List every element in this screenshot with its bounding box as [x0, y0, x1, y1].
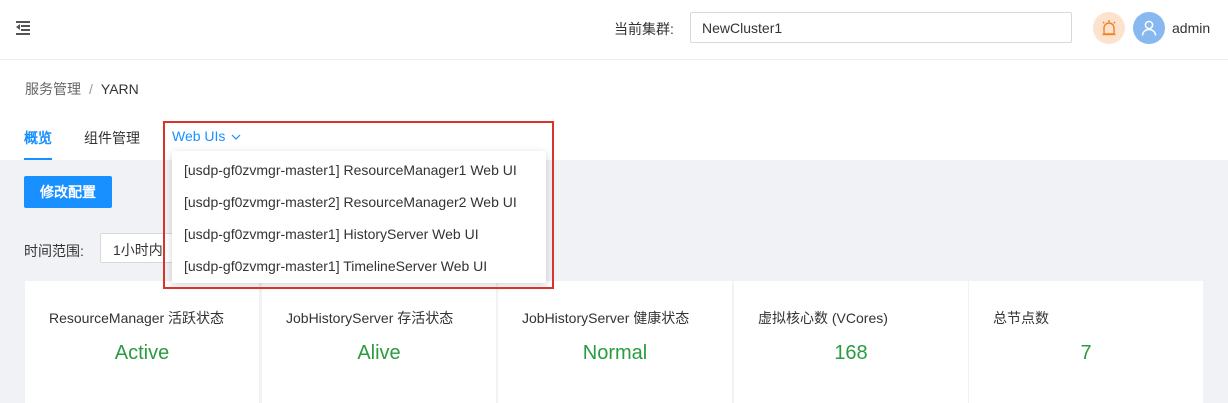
tab-overview[interactable]: 概览	[24, 128, 52, 148]
top-header: 当前集群: NewCluster1 admin	[0, 0, 1228, 60]
breadcrumb-current: YARN	[100, 81, 139, 97]
user-icon[interactable]	[1133, 12, 1165, 44]
breadcrumb-separator: /	[89, 81, 93, 97]
cluster-label: 当前集群:	[614, 21, 674, 37]
stat-card-jhs-alive: JobHistoryServer 存活状态 Alive	[262, 281, 496, 403]
web-ui-link-resourcemanager2[interactable]: [usdp-gf0zvmgr-master2] ResourceManager2…	[184, 194, 517, 210]
breadcrumb-root[interactable]: 服务管理	[25, 81, 81, 97]
stat-card-rm-status: ResourceManager 活跃状态 Active	[25, 281, 259, 403]
card-title: ResourceManager 活跃状态	[49, 310, 225, 326]
card-value: 168	[834, 342, 868, 364]
card-value: Active	[114, 342, 170, 364]
card-title: JobHistoryServer 存活状态	[286, 310, 454, 326]
alarm-bell-icon[interactable]	[1093, 12, 1125, 44]
web-ui-link-resourcemanager1[interactable]: [usdp-gf0zvmgr-master1] ResourceManager1…	[184, 162, 517, 178]
card-title: 总节点数	[993, 310, 1049, 326]
card-value: 7	[1080, 342, 1092, 364]
tab-web-uis[interactable]: Web UIs	[172, 128, 241, 144]
web-ui-link-historyserver[interactable]: [usdp-gf0zvmgr-master1] HistoryServer We…	[184, 226, 479, 242]
time-range-label: 时间范围:	[24, 243, 84, 259]
stat-card-vcores: 虚拟核心数 (VCores) 168	[734, 281, 968, 403]
stat-card-total-nodes: 总节点数 7	[969, 281, 1203, 403]
card-value: Normal	[582, 342, 648, 364]
cluster-select[interactable]: NewCluster1	[690, 12, 1072, 43]
web-ui-link-timelineserver[interactable]: [usdp-gf0zvmgr-master1] TimelineServer W…	[184, 258, 487, 274]
chevron-down-icon	[231, 134, 241, 140]
tab-web-uis-label: Web UIs	[172, 128, 226, 144]
menu-fold-icon[interactable]	[16, 20, 30, 35]
breadcrumb: 服务管理 / YARN	[25, 79, 139, 99]
web-uis-dropdown: [usdp-gf0zvmgr-master1] ResourceManager1…	[172, 151, 546, 283]
modify-config-button[interactable]: 修改配置	[24, 176, 112, 208]
username[interactable]: admin	[1172, 20, 1210, 36]
tab-components[interactable]: 组件管理	[84, 128, 140, 148]
card-title: 虚拟核心数 (VCores)	[758, 310, 888, 326]
active-tab-indicator	[24, 158, 52, 160]
stat-card-jhs-health: JobHistoryServer 健康状态 Normal	[498, 281, 732, 403]
page-header-area	[0, 60, 1228, 160]
card-title: JobHistoryServer 健康状态	[522, 310, 690, 326]
card-value: Alive	[357, 342, 401, 364]
